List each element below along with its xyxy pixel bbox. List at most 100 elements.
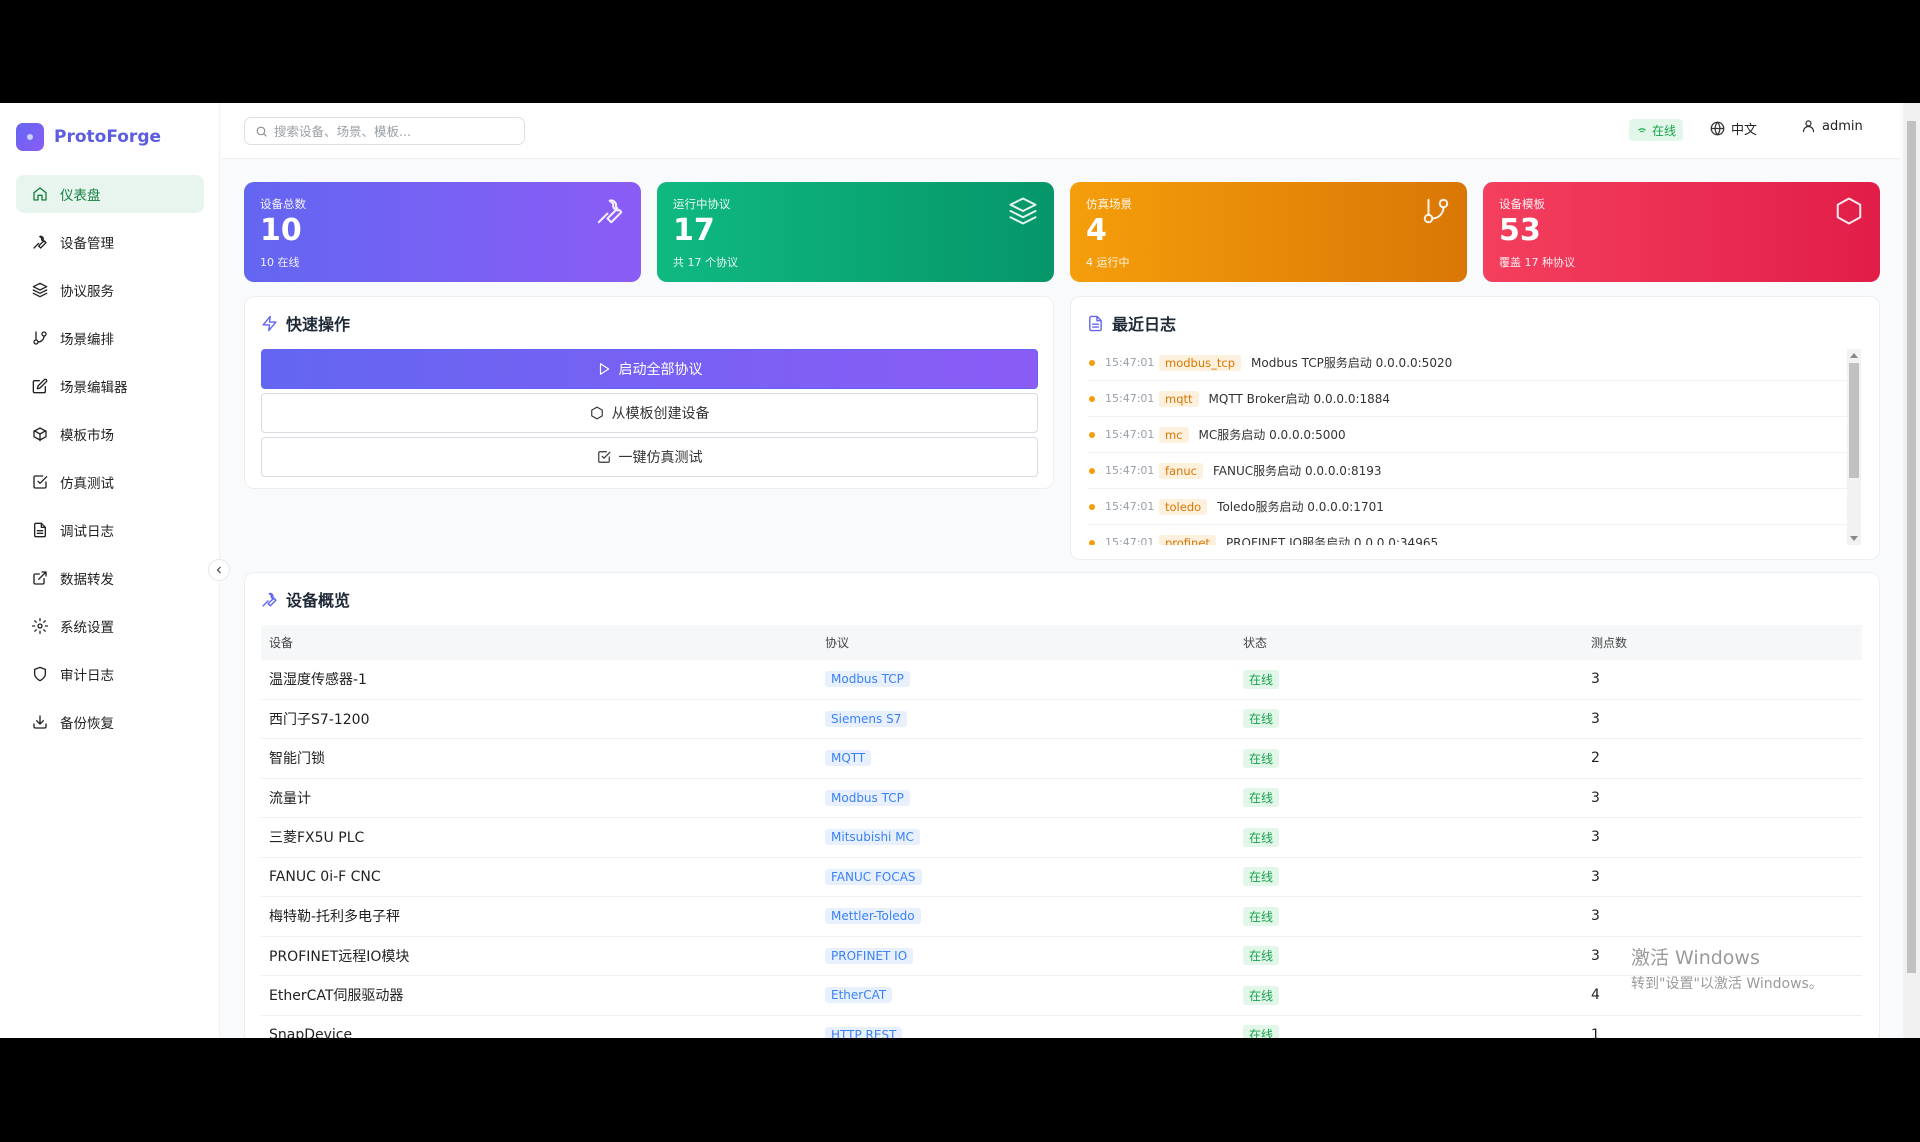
sidebar-item-devices[interactable]: 设备管理	[16, 223, 204, 261]
column-header-status[interactable]: 状态	[1235, 634, 1583, 651]
sidebar-item-settings[interactable]: 系统设置	[16, 607, 204, 645]
scroll-down-icon[interactable]	[1850, 536, 1858, 541]
stat-value: 17	[673, 213, 715, 248]
card-title-label: 设备概览	[286, 591, 351, 610]
scroll-thumb[interactable]	[1907, 121, 1916, 973]
stat-card-protocols[interactable]: 运行中协议 17 共 17 个协议	[657, 182, 1054, 282]
status-badge: 在线	[1243, 906, 1280, 926]
sidebar-item-scenarios[interactable]: 场景编排	[16, 319, 204, 357]
column-header-points[interactable]: 测点数	[1583, 634, 1862, 651]
log-level-dot	[1089, 467, 1095, 474]
language-switcher[interactable]: 中文	[1710, 119, 1757, 138]
table-header: 设备 协议 状态 测点数	[261, 625, 1862, 660]
protocol-cell: Modbus TCP	[817, 671, 1235, 688]
table-row[interactable]: PROFINET远程IO模块 PROFINET IO 在线 3	[261, 937, 1862, 976]
device-name: SnapDevice	[269, 1026, 353, 1038]
table-row[interactable]: 三菱FX5U PLC Mitsubishi MC 在线 3	[261, 818, 1862, 858]
sidebar-item-label: 设备管理	[60, 236, 114, 252]
run-simulation-test-button[interactable]: 一键仿真测试	[261, 437, 1038, 477]
column-header-device[interactable]: 设备	[261, 634, 817, 651]
table-row[interactable]: 西门子S7-1200 Siemens S7 在线 3	[261, 700, 1862, 739]
device-name: 梅特勒-托利多电子秤	[269, 909, 401, 926]
point-count: 3	[1591, 710, 1600, 727]
git-branch-icon	[1423, 198, 1449, 224]
scroll-thumb[interactable]	[1849, 363, 1859, 478]
log-scrollbar[interactable]	[1847, 349, 1861, 545]
start-all-protocols-button[interactable]: 启动全部协议	[261, 349, 1038, 389]
log-entry: 15:47:01 modbus_tcp Modbus TCP服务启动 0.0.0…	[1087, 345, 1847, 381]
create-from-template-button[interactable]: 从模板创建设备	[261, 393, 1038, 433]
sidebar-item-label: 场景编排	[60, 332, 114, 348]
status-badge: 在线	[1243, 985, 1280, 1005]
sidebar-item-audit[interactable]: 审计日志	[16, 655, 204, 693]
device-name: FANUC 0i-F CNC	[269, 868, 381, 885]
search-input[interactable]	[274, 123, 514, 139]
wrench-icon	[262, 592, 277, 607]
protocol-cell: MQTT	[817, 750, 1235, 767]
status-badge: 在线	[1243, 867, 1280, 887]
status-badge: 在线	[1243, 709, 1280, 729]
watermark-title: 激活 Windows	[1631, 947, 1760, 969]
protocol-cell: Siemens S7	[817, 710, 1235, 727]
hexagon-icon	[1836, 197, 1862, 225]
status-badge: 在线	[1243, 827, 1280, 847]
protocol-tag: FANUC FOCAS	[825, 868, 922, 885]
stat-sub: 4 运行中	[1086, 256, 1130, 269]
sidebar-item-backup[interactable]: 备份恢复	[16, 703, 204, 741]
table-row[interactable]: 流量计 Modbus TCP 在线 3	[261, 779, 1862, 818]
sidebar-item-label: 场景编辑器	[60, 380, 128, 396]
quick-actions-card: 快速操作 启动全部协议 从模板创建设备 一键仿真测试	[244, 296, 1054, 489]
hexagon-icon	[590, 406, 603, 420]
device-name: 温湿度传感器-1	[269, 672, 367, 689]
layers-icon	[1009, 197, 1037, 225]
card-title-label: 快速操作	[286, 315, 351, 334]
app-screen: ProtoForge 仪表盘 设备管理 协议服务 场景编排 场景编辑器 模板市场…	[0, 103, 1920, 1038]
search-box[interactable]	[244, 117, 525, 145]
windows-activation-watermark: 激活 Windows 转到"设置"以激活 Windows。	[1631, 943, 1823, 993]
device-overview-title: 设备概览	[261, 587, 350, 611]
page-scrollbar[interactable]	[1903, 103, 1920, 1038]
stat-card-devices[interactable]: 设备总数 10 10 在线	[244, 182, 641, 282]
log-message: FANUC服务启动 0.0.0.0:8193	[1213, 464, 1382, 478]
sidebar-item-label: 系统设置	[60, 620, 114, 636]
point-count: 3	[1591, 829, 1600, 846]
sidebar-item-forwarding[interactable]: 数据转发	[16, 559, 204, 597]
table-body: 温湿度传感器-1 Modbus TCP 在线 3 西门子S7-1200 Siemens S…	[261, 660, 1862, 1038]
column-header-protocol[interactable]: 协议	[817, 634, 1235, 651]
scroll-up-icon[interactable]	[1850, 353, 1858, 358]
sidebar-item-scenario-editor[interactable]: 场景编辑器	[16, 367, 204, 405]
wrench-icon	[597, 199, 623, 224]
edit-icon	[32, 378, 48, 394]
user-menu[interactable]: admin	[1801, 119, 1863, 134]
table-row[interactable]: FANUC 0i-F CNC FANUC FOCAS 在线 3	[261, 858, 1862, 897]
sidebar-item-debug-logs[interactable]: 调试日志	[16, 511, 204, 549]
protocol-cell: EtherCAT	[817, 987, 1235, 1004]
log-entry: 15:47:01 mc MC服务启动 0.0.0.0:5000	[1087, 417, 1847, 453]
sidebar-item-label: 备份恢复	[60, 716, 114, 732]
sidebar-item-simulation[interactable]: 仿真测试	[16, 463, 204, 501]
status-badge: 在线	[1243, 669, 1280, 689]
sidebar-item-label: 仿真测试	[60, 476, 114, 492]
sidebar-item-dashboard[interactable]: 仪表盘	[16, 175, 204, 213]
log-list[interactable]: 15:47:01 modbus_tcp Modbus TCP服务启动 0.0.0…	[1087, 345, 1847, 545]
protocol-tag: HTTP REST	[825, 1026, 903, 1038]
sidebar-item-protocols[interactable]: 协议服务	[16, 271, 204, 309]
settings-icon	[32, 618, 48, 634]
table-row[interactable]: SnapDevice HTTP REST 在线 1	[261, 1016, 1862, 1038]
sidebar-collapse-button[interactable]	[208, 559, 230, 581]
topbar: 在线 中文 admin	[221, 103, 1900, 159]
protocol-tag: Siemens S7	[825, 710, 908, 727]
table-row[interactable]: 梅特勒-托利多电子秤 Mettler-Toledo 在线 3	[261, 897, 1862, 937]
table-row[interactable]: 温湿度传感器-1 Modbus TCP 在线 3	[261, 660, 1862, 700]
table-row[interactable]: 智能门锁 MQTT 在线 2	[261, 739, 1862, 779]
protocol-tag: Modbus TCP	[825, 671, 910, 688]
log-message: MQTT Broker启动 0.0.0.0:1884	[1208, 392, 1391, 406]
brand[interactable]: ProtoForge	[16, 123, 161, 151]
status-cell: 在线	[1235, 827, 1583, 847]
table-row[interactable]: EtherCAT伺服驱动器 EtherCAT 在线 4	[261, 976, 1862, 1016]
chevron-left-icon	[216, 566, 221, 574]
log-message: MC服务启动 0.0.0.0:5000	[1198, 428, 1346, 442]
sidebar-item-templates[interactable]: 模板市场	[16, 415, 204, 453]
stat-card-templates[interactable]: 设备模板 53 覆盖 17 种协议	[1483, 182, 1880, 282]
stat-card-scenarios[interactable]: 仿真场景 4 4 运行中	[1070, 182, 1467, 282]
